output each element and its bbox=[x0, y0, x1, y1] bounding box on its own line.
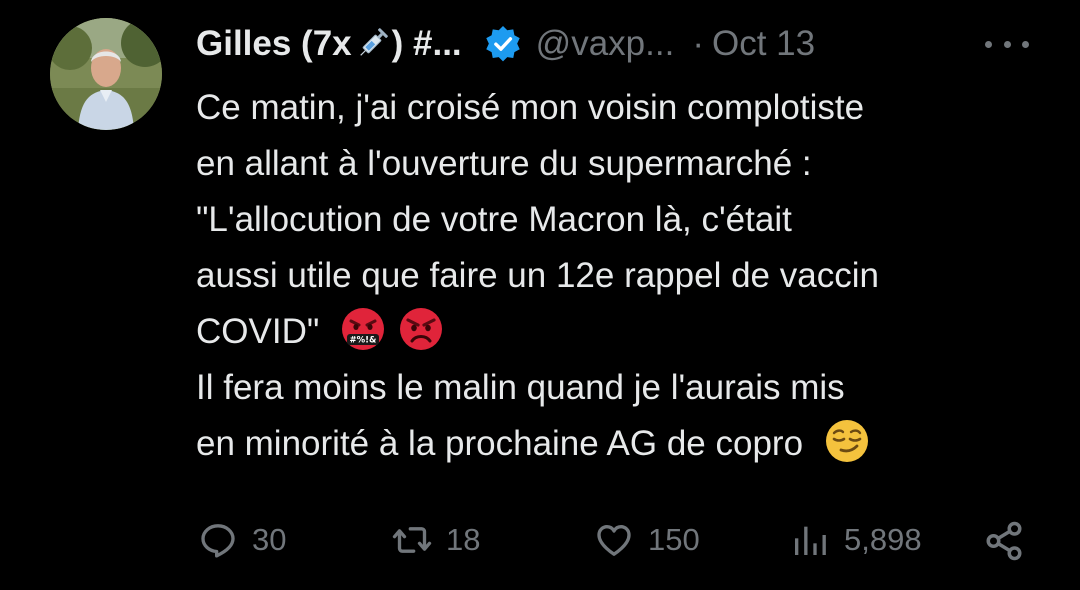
tweet-text-segment: en minorité à la prochaine AG de copro bbox=[196, 424, 804, 463]
reply-count: 30 bbox=[252, 522, 287, 557]
display-name[interactable]: Gilles (7x ) #... bbox=[196, 18, 462, 70]
tweet-actions-bar: 30 18 150 5,898 bbox=[0, 512, 1080, 568]
tweet-header: Gilles (7x ) #... @vaxp... · Oct 13 bbox=[196, 18, 815, 70]
separator-dot: · bbox=[692, 24, 704, 63]
tweet-date[interactable]: Oct 13 bbox=[712, 18, 815, 70]
profile-photo bbox=[50, 18, 162, 130]
views-chart-icon bbox=[795, 526, 826, 555]
like-count: 150 bbox=[648, 522, 700, 557]
reply-button[interactable]: 30 bbox=[198, 512, 286, 568]
heart-icon bbox=[597, 525, 631, 556]
avatar[interactable] bbox=[50, 18, 162, 130]
cursing-face-emoji-icon: #%!& bbox=[342, 308, 385, 350]
repost-button[interactable]: 18 bbox=[392, 512, 480, 568]
tweet-text-line: Ce matin, j'ai croisé mon voisin complot… bbox=[196, 88, 865, 127]
like-button[interactable]: 150 bbox=[594, 512, 700, 568]
more-options-icon[interactable] bbox=[985, 30, 1029, 58]
tweet-text-line-with-emoji: en minorité à la prochaine AG de copro bbox=[196, 416, 1056, 472]
tweet-text-segment: COVID" bbox=[196, 312, 320, 351]
share-icon[interactable] bbox=[983, 520, 1025, 562]
syringe-icon bbox=[359, 28, 388, 56]
tweet-text-line: aussi utile que faire un 12e rappel de v… bbox=[196, 256, 879, 295]
repost-icon bbox=[392, 527, 432, 553]
tweet-text: Ce matin, j'ai croisé mon voisin complot… bbox=[196, 80, 1056, 472]
views-count: 5,898 bbox=[844, 522, 922, 557]
angry-face-emoji-icon bbox=[399, 308, 442, 350]
cursing-symbols: #%!& bbox=[350, 336, 378, 346]
reply-icon bbox=[201, 524, 235, 558]
display-name-suffix[interactable]: ) #... bbox=[392, 18, 462, 70]
smirking-face-emoji-icon bbox=[825, 420, 868, 462]
views-button[interactable]: 5,898 bbox=[790, 512, 922, 568]
author-handle[interactable]: @vaxp... bbox=[536, 18, 675, 70]
tweet-text-line: en allant à l'ouverture du supermarché : bbox=[196, 144, 812, 183]
repost-count: 18 bbox=[446, 522, 481, 557]
tweet-text-line: Il fera moins le malin quand je l'aurais… bbox=[196, 368, 845, 407]
display-name-prefix[interactable]: Gilles (7x bbox=[196, 18, 352, 70]
tweet-text-line: "L'allocution de votre Macron là, c'étai… bbox=[196, 200, 792, 239]
verified-badge-icon[interactable] bbox=[484, 25, 522, 63]
tweet-text-line-with-emojis: COVID" #%!& bbox=[196, 304, 1056, 360]
